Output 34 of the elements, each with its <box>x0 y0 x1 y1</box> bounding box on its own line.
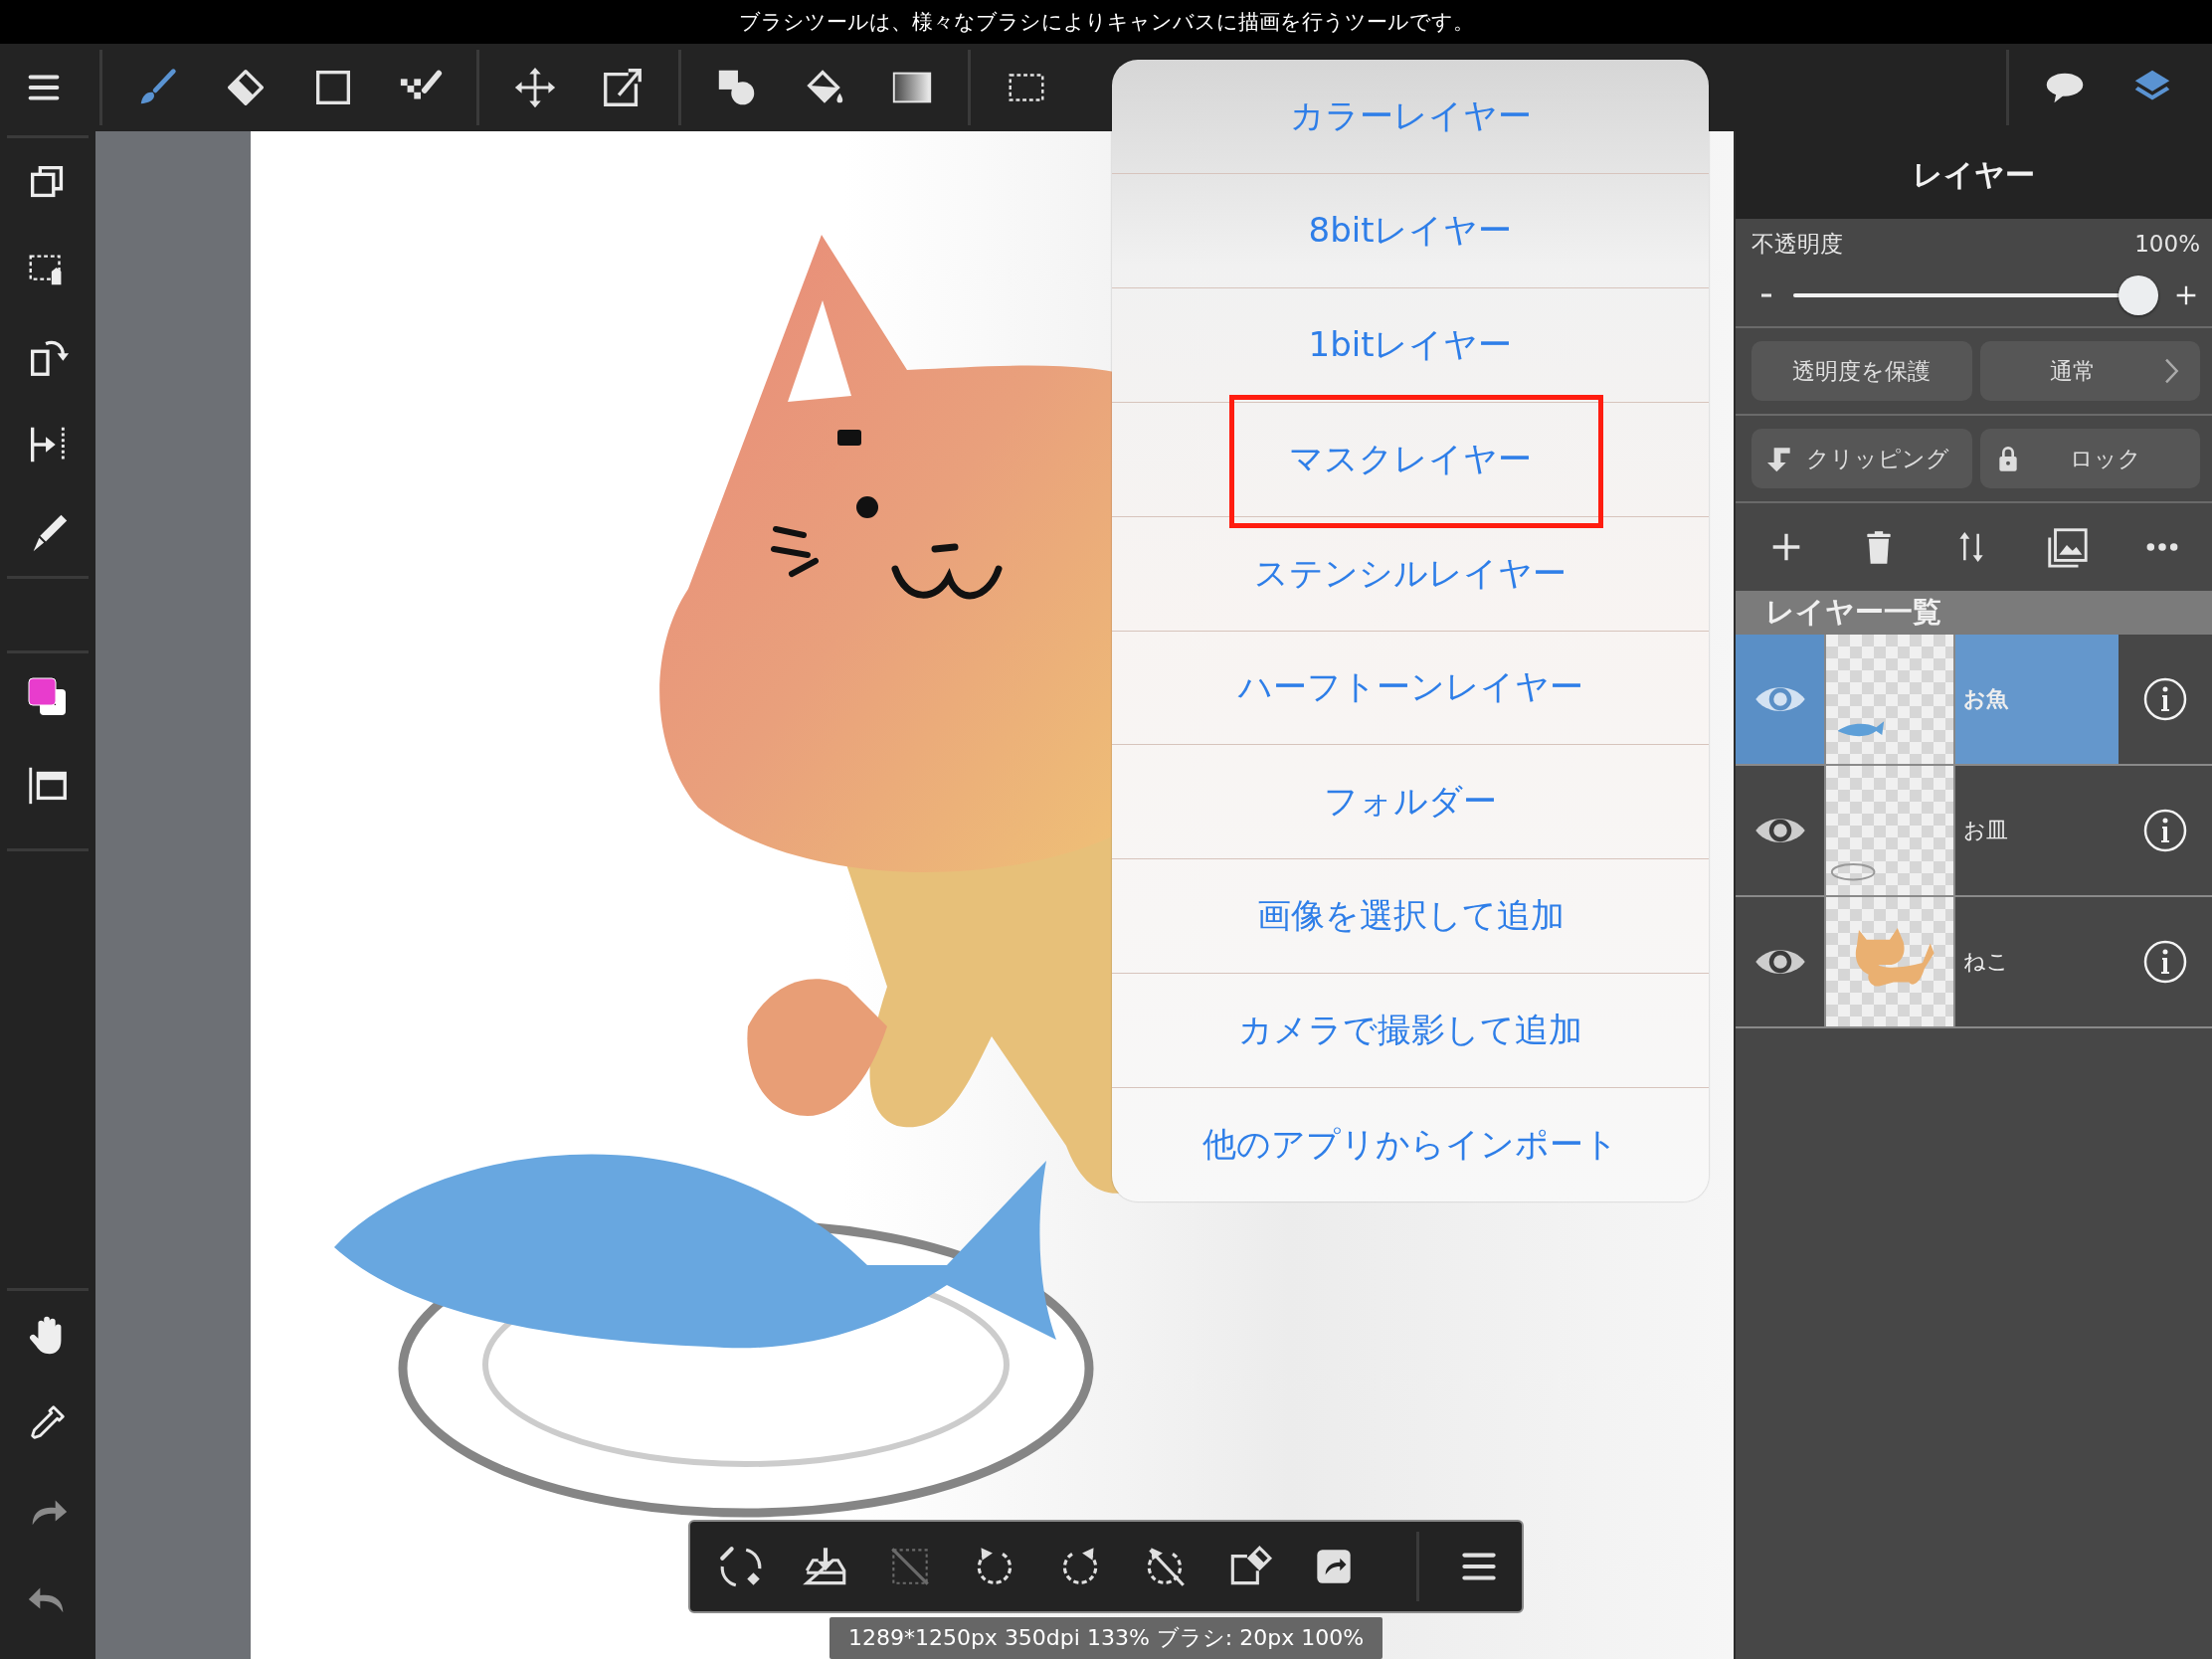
layer-row[interactable]: お魚 <box>1736 635 2212 766</box>
slider-thumb[interactable] <box>2119 276 2158 315</box>
opacity-value: 100% <box>2134 231 2200 257</box>
menu-item[interactable]: フォルダー <box>1324 779 1497 826</box>
menu-item[interactable]: ハーフトーンレイヤー <box>1237 664 1583 711</box>
menu-item[interactable]: カラーレイヤー <box>1289 92 1532 139</box>
status-bar: 1289*1250px 350dpi 133% ブラシ: 20px 100% <box>830 1617 1382 1659</box>
menu-item[interactable]: ステンシルレイヤー <box>1254 550 1567 597</box>
menu-item[interactable]: 画像を選択して追加 <box>1256 893 1565 940</box>
menu-item[interactable]: 8bitレイヤー <box>1308 207 1513 254</box>
main-color-swatch[interactable] <box>28 677 57 706</box>
layer-name: お魚 <box>1963 685 2008 713</box>
info-icon[interactable] <box>2141 675 2189 723</box>
info-icon[interactable] <box>2141 807 2189 854</box>
section-header: レイヤー一覧 <box>1736 591 2212 635</box>
info-icon[interactable] <box>2141 938 2189 986</box>
hint-bar: ブラシツールは、様々なブラシによりキャンバスに描画を行うツールです。 <box>0 0 2212 44</box>
layer-name: お皿 <box>1963 817 2008 844</box>
clipping-button[interactable]: クリッピング <box>1751 429 1972 488</box>
menu-item[interactable]: カメラで撮影して追加 <box>1238 1008 1582 1054</box>
layer-name: ねこ <box>1963 948 2009 976</box>
protect-transparency-button[interactable]: 透明度を保護 <box>1751 341 1972 401</box>
blend-mode-button[interactable]: 通常 <box>1979 341 2200 401</box>
panel-title: レイヤー <box>1736 131 2212 219</box>
opacity-label: 不透明度 <box>1751 229 1843 259</box>
lock-button[interactable]: ロック <box>1979 429 2200 488</box>
opacity-slider[interactable] <box>1793 276 2158 315</box>
layer-row[interactable]: ねこ <box>1736 897 2212 1028</box>
layer-row[interactable]: お皿 <box>1736 766 2212 897</box>
move-icon[interactable] <box>512 65 558 110</box>
menu-item[interactable]: 他のアプリからインポート <box>1202 1122 1618 1169</box>
sub-color-swatch[interactable] <box>40 689 66 715</box>
menu-item[interactable]: 1bitレイヤー <box>1308 321 1513 368</box>
menu-item[interactable]: マスクレイヤー <box>1289 436 1532 482</box>
